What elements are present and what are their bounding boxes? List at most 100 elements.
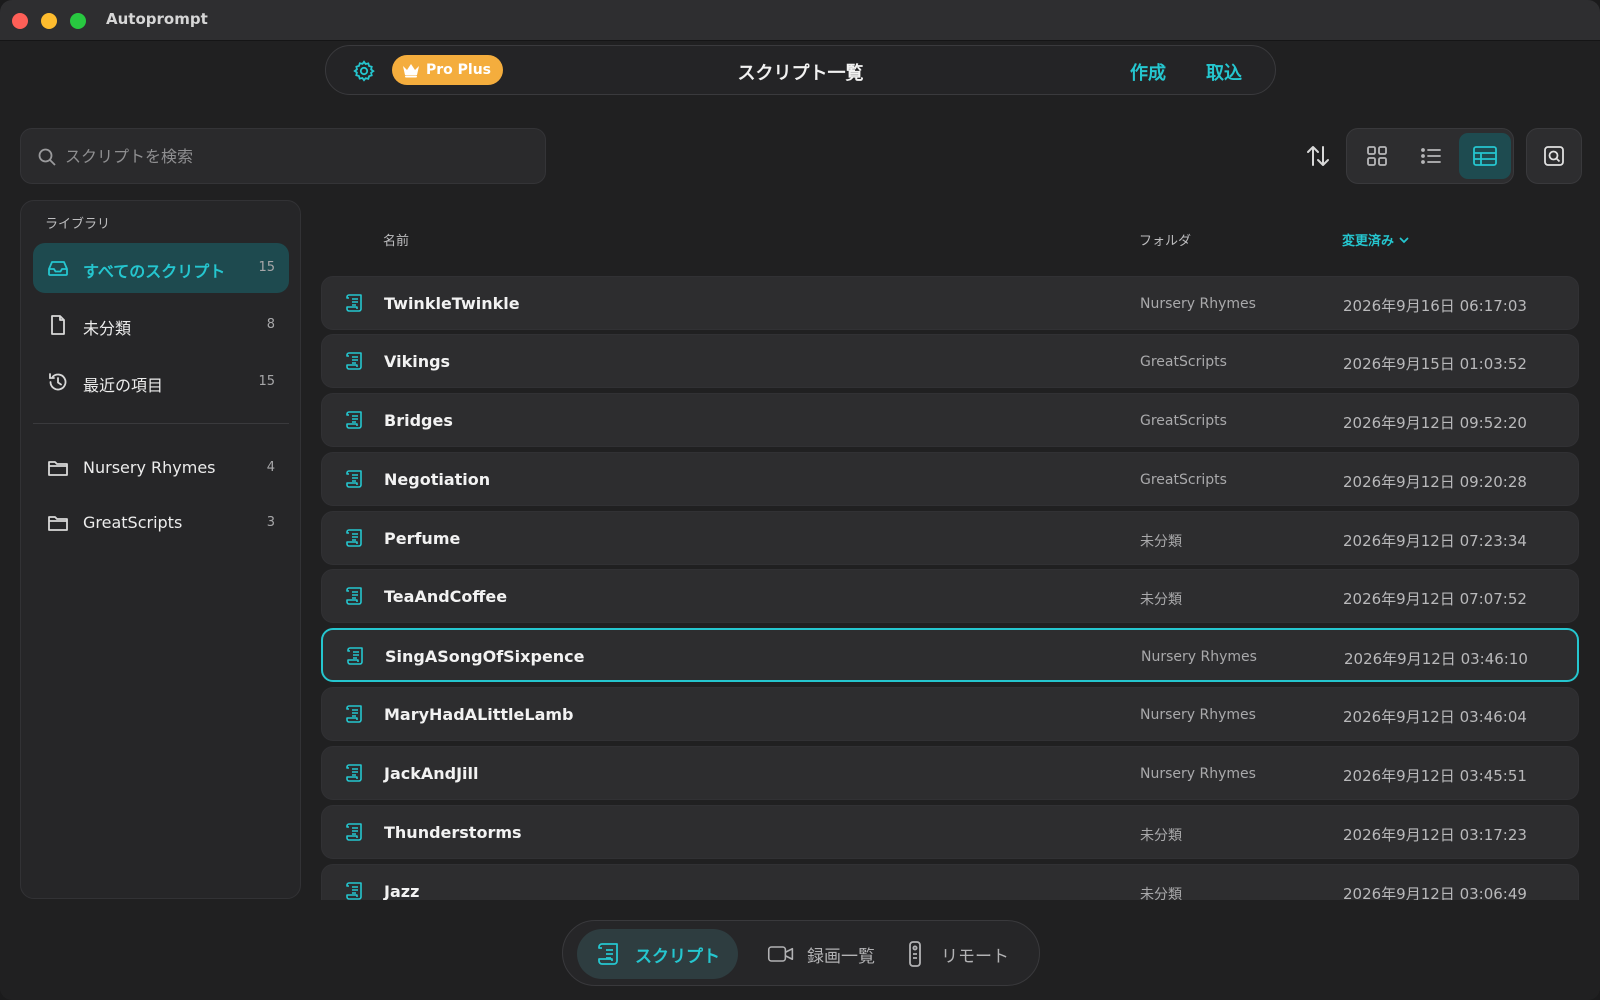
table-row[interactable]: TwinkleTwinkle Nursery Rhymes 2026年9月16日… <box>321 276 1579 330</box>
nav-recordings[interactable]: 録画一覧 <box>749 929 893 979</box>
table-row[interactable]: TeaAndCoffee 未分類 2026年9月12日 07:07:52 <box>321 569 1579 623</box>
sidebar-folder-count: 4 <box>266 460 275 475</box>
nav-scripts-label: スクリプト <box>635 946 720 967</box>
sidebar-item-label: 未分類 <box>83 319 132 338</box>
sidebar-item-count: 15 <box>258 374 275 389</box>
table-row-selected[interactable]: SingASongOfSixpence Nursery Rhymes 2026年… <box>321 628 1579 682</box>
column-header-modified-label: 変更済み <box>1342 234 1395 249</box>
table-row[interactable]: Thunderstorms 未分類 2026年9月12日 03:17:23 <box>321 805 1579 859</box>
row-folder: GreatScripts <box>1140 413 1227 429</box>
remote-control-icon <box>909 941 921 967</box>
script-table: TwinkleTwinkle Nursery Rhymes 2026年9月16日… <box>321 276 1579 900</box>
minimize-window-button[interactable] <box>41 13 57 29</box>
row-date: 2026年9月16日 06:17:03 <box>1343 297 1527 315</box>
search-icon <box>37 147 57 167</box>
nav-scripts[interactable]: スクリプト <box>577 929 738 979</box>
close-window-button[interactable] <box>12 13 28 29</box>
crown-icon <box>403 64 419 78</box>
row-name: SingASongOfSixpence <box>385 647 585 666</box>
script-scroll-icon <box>345 645 367 667</box>
badge-label: Pro Plus <box>426 62 492 78</box>
row-folder: Nursery Rhymes <box>1141 649 1257 665</box>
nav-remote[interactable]: リモート <box>883 929 1027 979</box>
grid-view-icon[interactable] <box>1351 133 1403 179</box>
table-row[interactable]: Negotiation GreatScripts 2026年9月12日 09:2… <box>321 452 1579 506</box>
table-view-icon[interactable] <box>1459 133 1511 179</box>
script-scroll-icon <box>344 409 366 431</box>
table-row[interactable]: Bridges GreatScripts 2026年9月12日 09:52:20 <box>321 393 1579 447</box>
settings-gear-icon[interactable] <box>352 59 376 83</box>
sidebar-item-count: 8 <box>266 317 275 332</box>
row-folder: Nursery Rhymes <box>1140 296 1256 312</box>
row-name: Vikings <box>384 352 451 371</box>
list-view-icon[interactable] <box>1405 133 1457 179</box>
row-folder: 未分類 <box>1140 887 1182 900</box>
row-date: 2026年9月12日 03:46:10 <box>1344 650 1528 668</box>
top-toolbar: Pro Plus スクリプト一覧 作成 取込 <box>325 45 1276 95</box>
row-name: TeaAndCoffee <box>384 587 508 606</box>
sidebar-item-uncategorized[interactable]: 未分類 8 <box>33 300 289 350</box>
folder-icon <box>47 512 69 534</box>
row-name: Bridges <box>384 411 453 430</box>
row-folder: 未分類 <box>1140 592 1182 608</box>
row-date: 2026年9月12日 07:07:52 <box>1343 590 1527 608</box>
table-row[interactable]: MaryHadALittleLamb Nursery Rhymes 2026年9… <box>321 687 1579 741</box>
sidebar-heading: ライブラリ <box>45 217 111 232</box>
app-title: Autoprompt <box>106 10 208 28</box>
sidebar-divider <box>33 423 289 424</box>
row-folder: Nursery Rhymes <box>1140 707 1256 723</box>
row-name: JackAndJill <box>384 764 479 783</box>
row-name: Perfume <box>384 529 461 548</box>
create-button[interactable]: 作成 <box>1130 59 1166 85</box>
row-date: 2026年9月12日 03:46:04 <box>1343 708 1527 726</box>
row-date: 2026年9月15日 01:03:52 <box>1343 355 1527 373</box>
script-scroll-icon <box>344 880 366 900</box>
app-window: Autoprompt Pro Plus スクリプト一覧 作成 取込 スクリプトを… <box>0 0 1600 1000</box>
row-folder: 未分類 <box>1140 534 1182 550</box>
row-folder: Nursery Rhymes <box>1140 766 1256 782</box>
script-scroll-icon <box>344 292 366 314</box>
row-folder: GreatScripts <box>1140 472 1227 488</box>
script-scroll-icon <box>344 585 366 607</box>
search-input[interactable] <box>65 129 525 183</box>
search-bar <box>20 128 546 184</box>
table-header: 名前 フォルダ 変更済み <box>321 228 1579 252</box>
sidebar-folder-greatscripts[interactable]: GreatScripts 3 <box>33 498 289 548</box>
zoom-window-button[interactable] <box>70 13 86 29</box>
inbox-icon <box>47 257 69 279</box>
column-header-modified[interactable]: 変更済み <box>1342 230 1410 249</box>
document-icon <box>47 314 69 336</box>
script-scroll-icon <box>344 703 366 725</box>
title-bar: Autoprompt <box>0 0 1600 41</box>
sidebar-item-all-scripts[interactable]: すべてのスクリプト 15 <box>33 243 289 293</box>
sidebar-item-count: 15 <box>258 260 275 275</box>
sidebar-item-recent[interactable]: 最近の項目 15 <box>33 357 289 407</box>
video-camera-icon <box>767 946 794 962</box>
script-scroll-icon <box>344 468 366 490</box>
row-name: MaryHadALittleLamb <box>384 705 574 724</box>
row-name: Negotiation <box>384 470 491 489</box>
script-scroll-icon <box>344 821 366 843</box>
sidebar-item-label: 最近の項目 <box>83 376 164 395</box>
column-header-folder[interactable]: フォルダ <box>1139 230 1191 249</box>
row-name: Thunderstorms <box>384 823 522 842</box>
row-date: 2026年9月12日 03:17:23 <box>1343 826 1527 844</box>
sidebar-folder-nursery-rhymes[interactable]: Nursery Rhymes 4 <box>33 443 289 493</box>
script-scroll-icon <box>598 943 618 965</box>
row-date: 2026年9月12日 07:23:34 <box>1343 532 1527 550</box>
search-document-icon[interactable] <box>1526 128 1582 184</box>
table-row[interactable]: Vikings GreatScripts 2026年9月15日 01:03:52 <box>321 334 1579 388</box>
row-date: 2026年9月12日 03:06:49 <box>1343 885 1527 900</box>
import-button[interactable]: 取込 <box>1206 59 1242 85</box>
row-folder: GreatScripts <box>1140 354 1227 370</box>
column-header-name[interactable]: 名前 <box>383 230 409 249</box>
pro-plus-badge[interactable]: Pro Plus <box>392 55 504 85</box>
sort-order-icon[interactable] <box>1302 140 1334 172</box>
script-scroll-icon <box>344 527 366 549</box>
table-row[interactable]: JackAndJill Nursery Rhymes 2026年9月12日 03… <box>321 746 1579 800</box>
table-row[interactable]: Jazz 未分類 2026年9月12日 03:06:49 <box>321 864 1579 900</box>
table-row[interactable]: Perfume 未分類 2026年9月12日 07:23:34 <box>321 511 1579 565</box>
library-sidebar: ライブラリ すべてのスクリプト 15 未分類 8 最近の項目 15 Nurser… <box>20 200 301 899</box>
sidebar-item-label: すべてのスクリプト <box>83 262 226 281</box>
row-name: Jazz <box>384 882 420 900</box>
